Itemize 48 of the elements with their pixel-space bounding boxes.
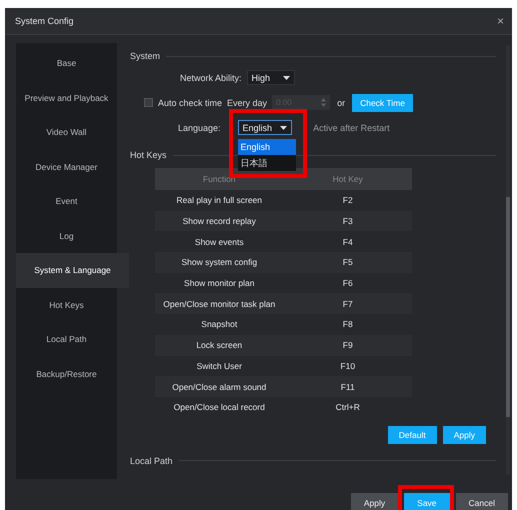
sidebar-item[interactable]: Backup/Restore [16,356,117,391]
table-cell: Show record replay [155,210,284,232]
table-cell: F9 [284,334,412,356]
sidebar-item[interactable]: Base [16,46,117,80]
table-cell: Snapshot [155,314,284,335]
dropdown-option[interactable]: English [238,139,296,155]
cancel-button[interactable]: Cancel [456,493,508,510]
caret-icon [282,76,290,80]
table-cell: F7 [284,293,412,314]
sidebar-item[interactable]: Event [16,184,117,218]
table-cell: F5 [284,252,412,273]
window-title: System Config [15,16,74,26]
section-heading: Local Path [130,456,173,466]
table-cell: F10 [284,356,412,376]
table-cell: F6 [284,272,412,294]
sidebar-item[interactable]: Local Path [16,322,117,356]
table-cell: Lock screen [155,334,284,356]
table-cell: F11 [284,376,412,397]
section-heading: Hot Keys [130,150,167,160]
table-cell: Show monitor plan [155,272,284,294]
restart-note: Active after Restart [313,122,390,132]
dropdown-option[interactable]: 日本語 [238,155,296,171]
spinner-arrows-icon [321,98,326,107]
table-cell: F3 [284,210,412,232]
sidebar-item[interactable]: System & Language [16,253,129,288]
or-label: or [337,98,346,108]
sidebar-item[interactable]: Hot Keys [16,288,117,322]
apply-button[interactable]: Apply [350,493,398,510]
field-label: Every day [227,98,268,108]
field-label: Network Ability: [180,72,242,82]
table-cell: Switch User [155,356,284,376]
sidebar-item[interactable]: Video Wall [16,115,117,150]
table-cell: Open/Close alarm sound [155,376,284,397]
field-label: Language: [178,122,221,132]
sidebar-item[interactable]: Device Manager [16,150,117,184]
table-cell: Open/Close monitor task plan [155,293,284,314]
column-header: Hot Key [284,168,412,190]
sidebar-item[interactable]: Preview and Playback [16,80,117,115]
scrollbar[interactable] [506,45,510,475]
language-dropdown[interactable]: English [238,120,292,135]
table-cell: Show system config [155,252,284,273]
section-heading: System [130,51,160,61]
network-ability-dropdown[interactable]: High [246,70,295,85]
checkbox-label: Auto check time [158,98,222,108]
sidebar-item[interactable]: Log [16,218,117,253]
caret-icon [280,126,288,130]
close-button[interactable]: × [494,14,506,28]
table-cell: F8 [284,314,412,335]
